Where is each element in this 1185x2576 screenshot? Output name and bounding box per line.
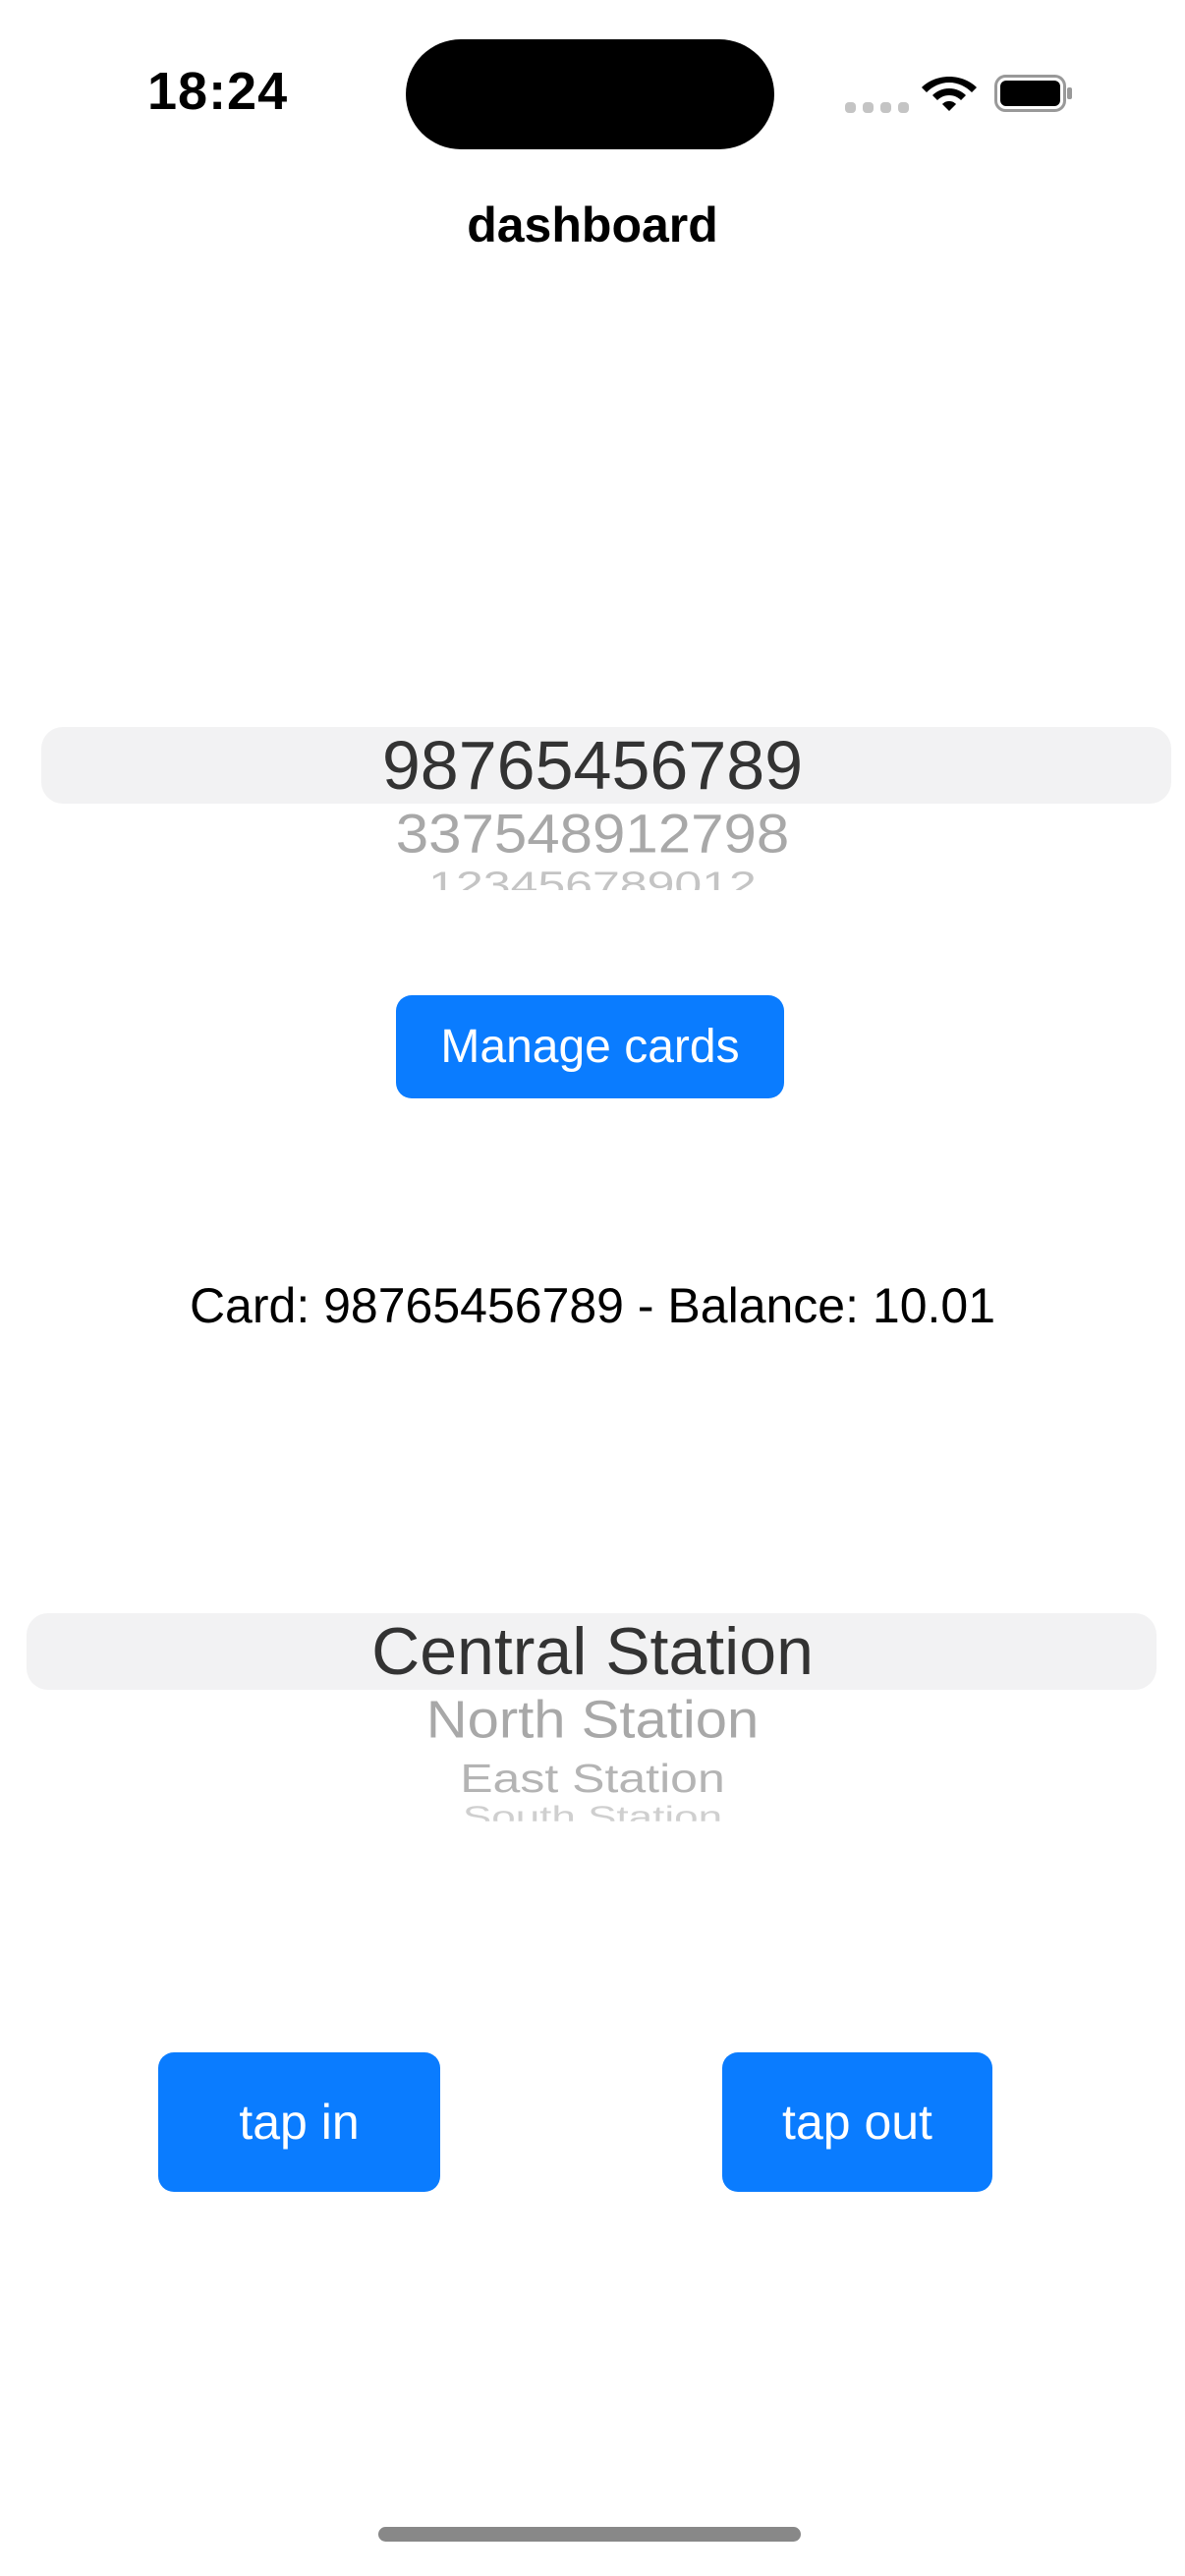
manage-cards-button[interactable]: Manage cards	[396, 995, 784, 1098]
card-picker-option[interactable]: 337548912798	[0, 803, 1185, 866]
station-picker-option[interactable]: East Station	[0, 1754, 1185, 1802]
tap-out-button[interactable]: tap out	[722, 2052, 992, 2192]
cellular-signal-icon	[845, 102, 909, 113]
station-picker-option[interactable]: South Station	[0, 1798, 1185, 1821]
wifi-icon	[922, 77, 977, 111]
tap-in-button[interactable]: tap in	[158, 2052, 440, 2192]
station-picker[interactable]: Central Station North Station East Stati…	[0, 1601, 1185, 1847]
dynamic-island	[406, 39, 774, 149]
station-picker-option[interactable]: North Station	[0, 1689, 1185, 1752]
card-picker-option-selected[interactable]: 98765456789	[0, 721, 1185, 810]
card-picker[interactable]: 98765456789 337548912798 123456789012	[0, 717, 1185, 914]
station-picker-option-selected[interactable]: Central Station	[0, 1607, 1185, 1696]
battery-icon	[994, 75, 1072, 112]
dashboard-screen: 18:24 dashboard 98765456789 337548912798…	[0, 0, 1185, 2576]
status-time: 18:24	[147, 62, 289, 121]
page-title: dashboard	[467, 197, 718, 252]
home-indicator[interactable]	[378, 2527, 801, 2542]
card-balance-text: Card: 98765456789 - Balance: 10.01	[189, 1278, 996, 1333]
card-picker-option[interactable]: 123456789012	[0, 861, 1185, 890]
